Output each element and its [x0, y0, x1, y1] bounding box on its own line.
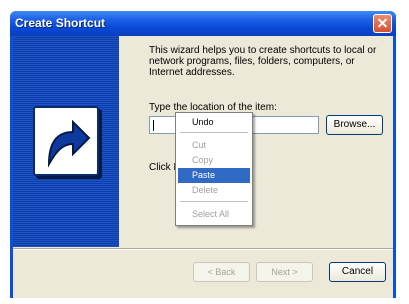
menu-item-copy[interactable]: Copy: [178, 153, 250, 168]
menu-separator: [180, 132, 248, 133]
menu-item-paste[interactable]: Paste: [178, 168, 250, 183]
window-title: Create Shortcut: [15, 16, 106, 30]
context-menu: Undo Cut Copy Paste Delete Select All: [175, 112, 253, 226]
close-icon[interactable]: [373, 14, 392, 33]
title-bar[interactable]: Create Shortcut: [10, 11, 396, 36]
menu-item-select-all[interactable]: Select All: [178, 207, 250, 222]
next-button[interactable]: Next >: [256, 262, 313, 282]
browse-button[interactable]: Browse...: [326, 115, 383, 135]
shortcut-arrow-icon: [33, 106, 99, 176]
button-separator: [13, 248, 393, 250]
back-button[interactable]: < Back: [193, 262, 250, 282]
wizard-description: This wizard helps you to create shortcut…: [149, 45, 377, 78]
wizard-banner: [13, 36, 119, 247]
menu-item-undo[interactable]: Undo: [178, 115, 250, 130]
menu-separator: [180, 201, 248, 202]
menu-item-delete[interactable]: Delete: [178, 183, 250, 198]
menu-item-cut[interactable]: Cut: [178, 138, 250, 153]
text-caret: [153, 120, 154, 131]
cancel-button[interactable]: Cancel: [329, 262, 386, 282]
